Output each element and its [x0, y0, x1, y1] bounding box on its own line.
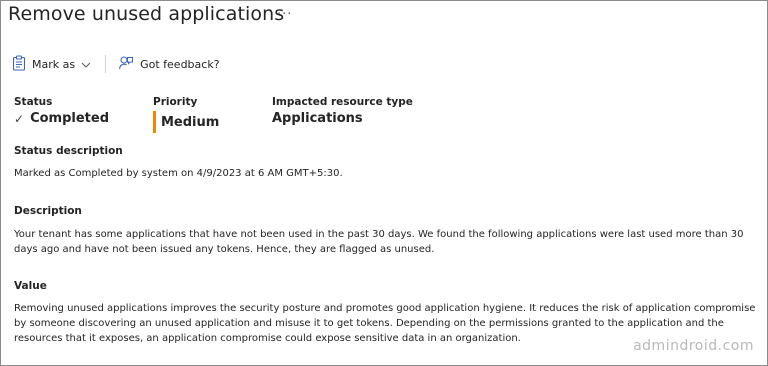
priority-key: Priority [153, 96, 198, 108]
priority-value: Medium [161, 114, 220, 130]
status-key: Status [14, 96, 53, 108]
status-value: Completed [30, 111, 109, 126]
got-feedback-button[interactable]: Got feedback? [118, 55, 220, 74]
status-value-row: ✓ Completed [14, 111, 109, 126]
page-title: Remove unused applications [8, 3, 285, 25]
command-bar: Mark as Got feedback? [12, 54, 220, 74]
checkmark-icon: ✓ [14, 111, 25, 126]
feedback-icon [118, 55, 134, 74]
status-description-text: Marked as Completed by system on 4/9/202… [14, 168, 343, 179]
impacted-resource-key: Impacted resource type [272, 96, 413, 108]
chevron-down-icon [81, 58, 91, 71]
mark-as-label: Mark as [32, 57, 76, 71]
toolbar-divider [105, 55, 107, 73]
value-heading: Value [14, 280, 47, 292]
impacted-resource-property: Impacted resource type Applications [272, 96, 413, 126]
impacted-resource-value: Applications [272, 111, 363, 126]
description-heading: Description [14, 205, 82, 217]
description-text: Your tenant has some applications that h… [14, 229, 744, 255]
clipboard-icon [12, 54, 26, 74]
status-property: Status ✓ Completed [14, 96, 109, 126]
priority-value-row: Medium [153, 111, 219, 133]
status-description-heading: Status description [14, 145, 123, 157]
priority-property: Priority Medium [153, 96, 219, 133]
priority-indicator [153, 111, 156, 133]
more-options-button[interactable]: ··· [277, 7, 292, 22]
impacted-resource-value-row: Applications [272, 111, 413, 126]
mark-as-button[interactable]: Mark as [12, 54, 91, 74]
got-feedback-label: Got feedback? [140, 57, 220, 71]
watermark: admindroid.com [633, 338, 754, 354]
